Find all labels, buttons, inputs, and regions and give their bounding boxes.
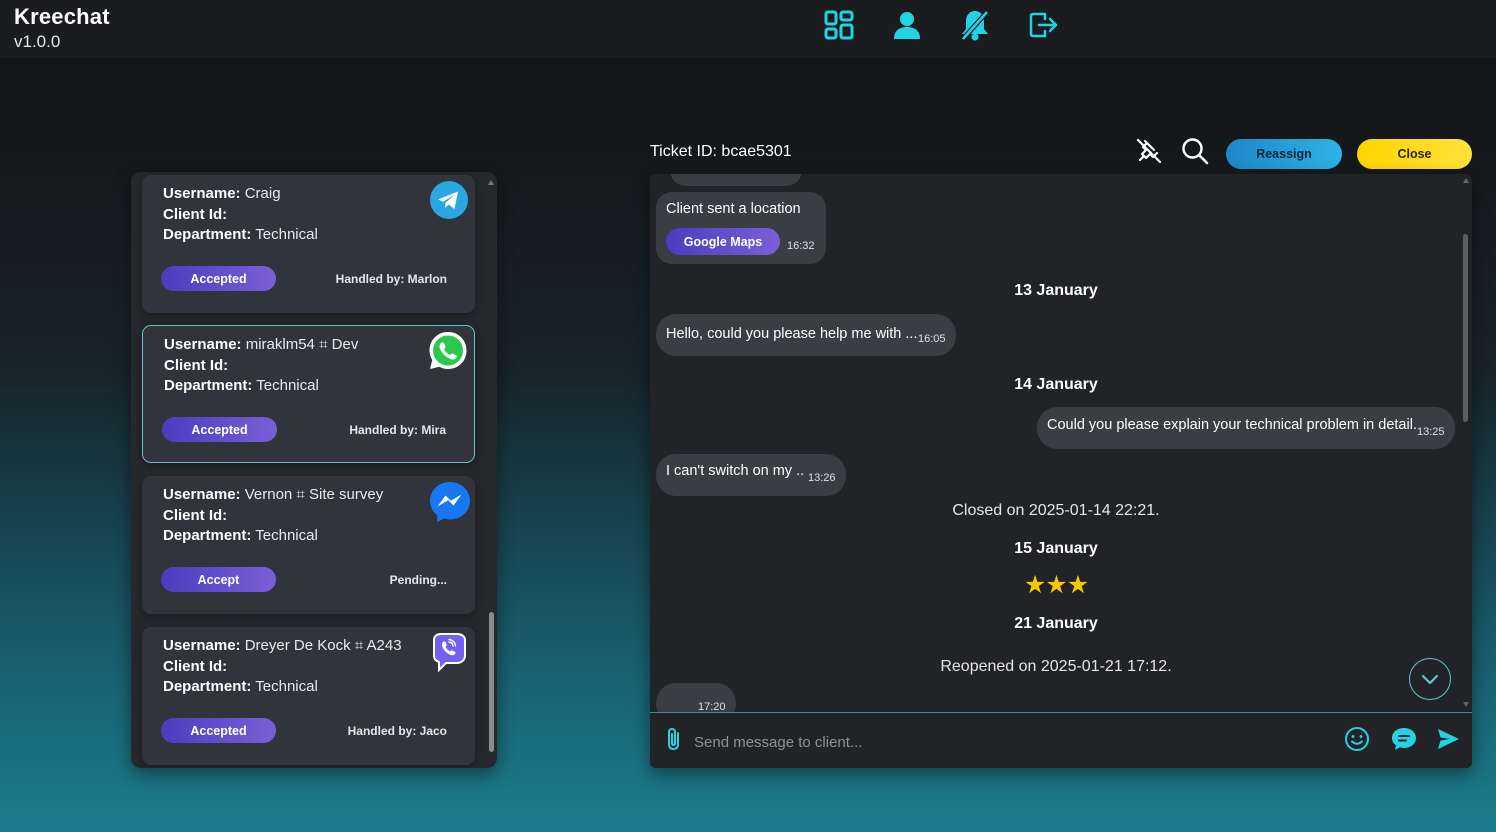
date-separator: 14 January [1014,376,1098,393]
ticket-client-id: Client Id: [164,357,229,374]
accept-button[interactable]: Accept [161,567,276,592]
message-text: Hello, could you please help me with ... [666,326,918,342]
send-icon[interactable] [1432,723,1464,755]
ticket-status-button[interactable]: Accepted [161,266,276,291]
ticket-scrollbar[interactable] [489,612,494,752]
rating-stars: ★★★ [1023,571,1089,599]
app-version: v1.0.0 [14,32,61,51]
reassign-button[interactable]: Reassign [1226,139,1342,169]
attachment-icon[interactable] [658,723,690,755]
top-nav [822,8,1060,42]
ticket-department: Department: Technical [163,678,318,695]
agent-message-bubble: Could you please explain your technical … [1037,407,1455,449]
closed-note: Closed on 2025-01-14 22:21. [952,502,1160,519]
brand: Kreechat v1.0.0 [14,4,110,52]
user-icon[interactable] [890,8,924,42]
ticket-card-miraklm54[interactable]: Username: miraklm54 ⌗ Dev Client Id: Dep… [142,325,475,463]
message-time: 16:05 [918,333,946,345]
viber-icon [428,631,470,673]
ticket-handled-by: Handled by: Marlon [335,272,447,286]
ticket-card-dreyer[interactable]: Username: Dreyer De Kock ⌗ A243 Client I… [142,627,475,765]
ticket-id: Ticket ID: bcae5301 [650,143,792,160]
ticket-card-craig[interactable]: Username: Craig Client Id: Department: T… [142,175,475,313]
ticket-username: Username: miraklm54 ⌗ Dev [164,336,359,353]
message-bubble-partial-bottom: 17:20 [656,683,736,712]
ticket-scroll-up[interactable] [488,180,494,185]
location-message: Client sent a location Google Maps 16:32 [656,192,826,264]
message-time: 13:26 [808,472,836,484]
message-time: 13:25 [1417,426,1445,438]
telegram-icon [428,179,470,221]
ticket-username: Username: Vernon ⌗ Site survey [163,486,384,503]
message-composer [650,712,1472,768]
top-bar: Kreechat v1.0.0 [0,0,1496,58]
reopened-note: Reopened on 2025-01-21 17:12. [940,658,1172,675]
chat-scrollbar[interactable] [1463,234,1468,422]
date-separator: 13 January [1014,282,1098,299]
message-list[interactable]: Client sent a location Google Maps 16:32… [650,174,1472,712]
ticket-department: Department: Technical [164,377,319,394]
app-name: Kreechat [14,4,110,29]
logout-icon[interactable] [1026,8,1060,42]
ticket-handled-by: Pending... [389,573,447,587]
date-separator: 15 January [1014,540,1098,557]
messenger-icon [428,480,470,522]
message-text: Could you please explain your technical … [1047,417,1417,433]
message-input[interactable] [694,727,1334,757]
ticket-list: Username: Craig Client Id: Department: T… [131,172,497,768]
ticket-status-button[interactable]: Accepted [162,417,277,442]
chat-header: Ticket ID: bcae5301 Reassign Close [650,136,1476,172]
chat-panel: Client sent a location Google Maps 16:32… [650,174,1472,768]
message-time: 17:20 [698,701,726,712]
ticket-department: Department: Technical [163,527,318,544]
chevron-down-icon [1421,674,1439,685]
ticket-username: Username: Dreyer De Kock ⌗ A243 [163,637,402,654]
chat-scroll-up[interactable] [1463,178,1469,183]
unpin-icon[interactable] [1134,136,1164,166]
ticket-handled-by: Handled by: Mira [349,423,446,437]
ticket-client-id: Client Id: [163,206,228,223]
search-icon[interactable] [1180,136,1210,166]
ticket-username: Username: Craig [163,185,281,202]
message-bubble: Hello, could you please help me with ...… [656,314,956,356]
message-bubble-partial [670,174,802,186]
scroll-to-bottom-button[interactable] [1409,658,1451,700]
emoji-icon[interactable] [1341,723,1373,755]
message-time: 16:32 [787,240,815,252]
close-ticket-button[interactable]: Close [1357,139,1472,169]
message-bubble: I can't switch on my .. 13:26 [656,454,846,496]
quick-reply-icon[interactable] [1388,723,1420,755]
message-text: Client sent a location [666,201,801,217]
date-separator: 21 January [1014,615,1098,632]
ticket-handled-by: Handled by: Jaco [347,724,447,738]
ticket-client-id: Client Id: [163,658,228,675]
google-maps-button[interactable]: Google Maps [666,228,780,255]
ticket-status-button[interactable]: Accepted [161,718,276,743]
bell-off-icon[interactable] [958,8,992,42]
message-text: I can't switch on my .. [666,463,805,479]
whatsapp-icon [427,330,469,372]
dashboard-icon[interactable] [822,8,856,42]
chat-scroll-down[interactable] [1463,702,1469,707]
ticket-client-id: Client Id: [163,507,228,524]
ticket-department: Department: Technical [163,226,318,243]
ticket-card-vernon[interactable]: Username: Vernon ⌗ Site survey Client Id… [142,476,475,614]
